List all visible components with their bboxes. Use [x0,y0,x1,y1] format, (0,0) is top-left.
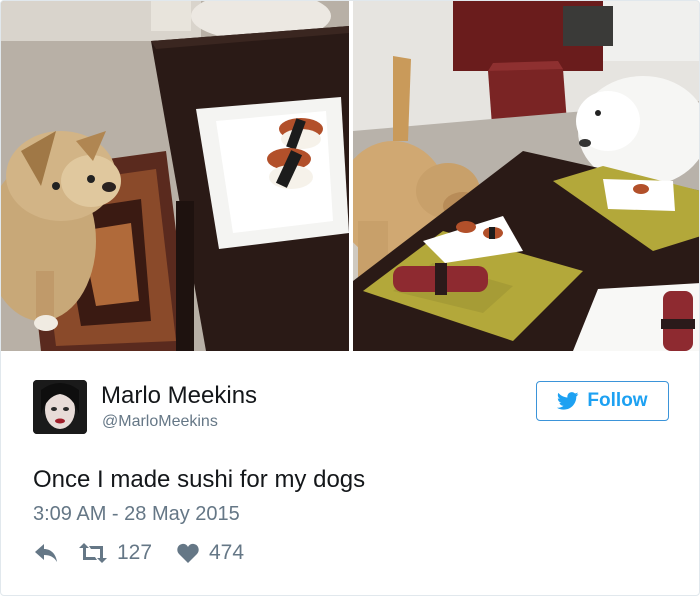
twitter-bird-icon [557,392,579,410]
photo-dogs-in-living-room[interactable] [353,1,699,351]
tweet-card: Marlo Meekins @MarloMeekins Follow Once … [0,0,700,596]
heart-icon [177,543,199,563]
follow-button[interactable]: Follow [536,381,669,421]
tweet-actions: 127 474 [33,541,433,567]
reply-button[interactable] [35,544,57,562]
author-display-name[interactable]: Marlo Meekins [101,382,257,410]
author-handle[interactable]: @MarloMeekins [102,413,218,431]
photo-dog-at-table[interactable] [1,1,349,351]
like-count: 474 [209,541,245,564]
retweet-count: 127 [117,541,153,564]
retweet-icon [79,543,107,563]
like-button[interactable]: 474 [177,541,244,565]
tweet-timestamp[interactable]: 3:09 AM - 28 May 2015 [33,503,240,526]
tweet-text: Once I made sushi for my dogs [33,466,366,493]
tweet-header: Marlo Meekins @MarloMeekins Follow [33,380,673,440]
tweet-media [1,1,699,351]
avatar[interactable] [33,380,87,434]
follow-label: Follow [587,390,648,411]
retweet-button[interactable]: 127 [79,541,152,565]
reply-arrow-icon [35,544,57,562]
